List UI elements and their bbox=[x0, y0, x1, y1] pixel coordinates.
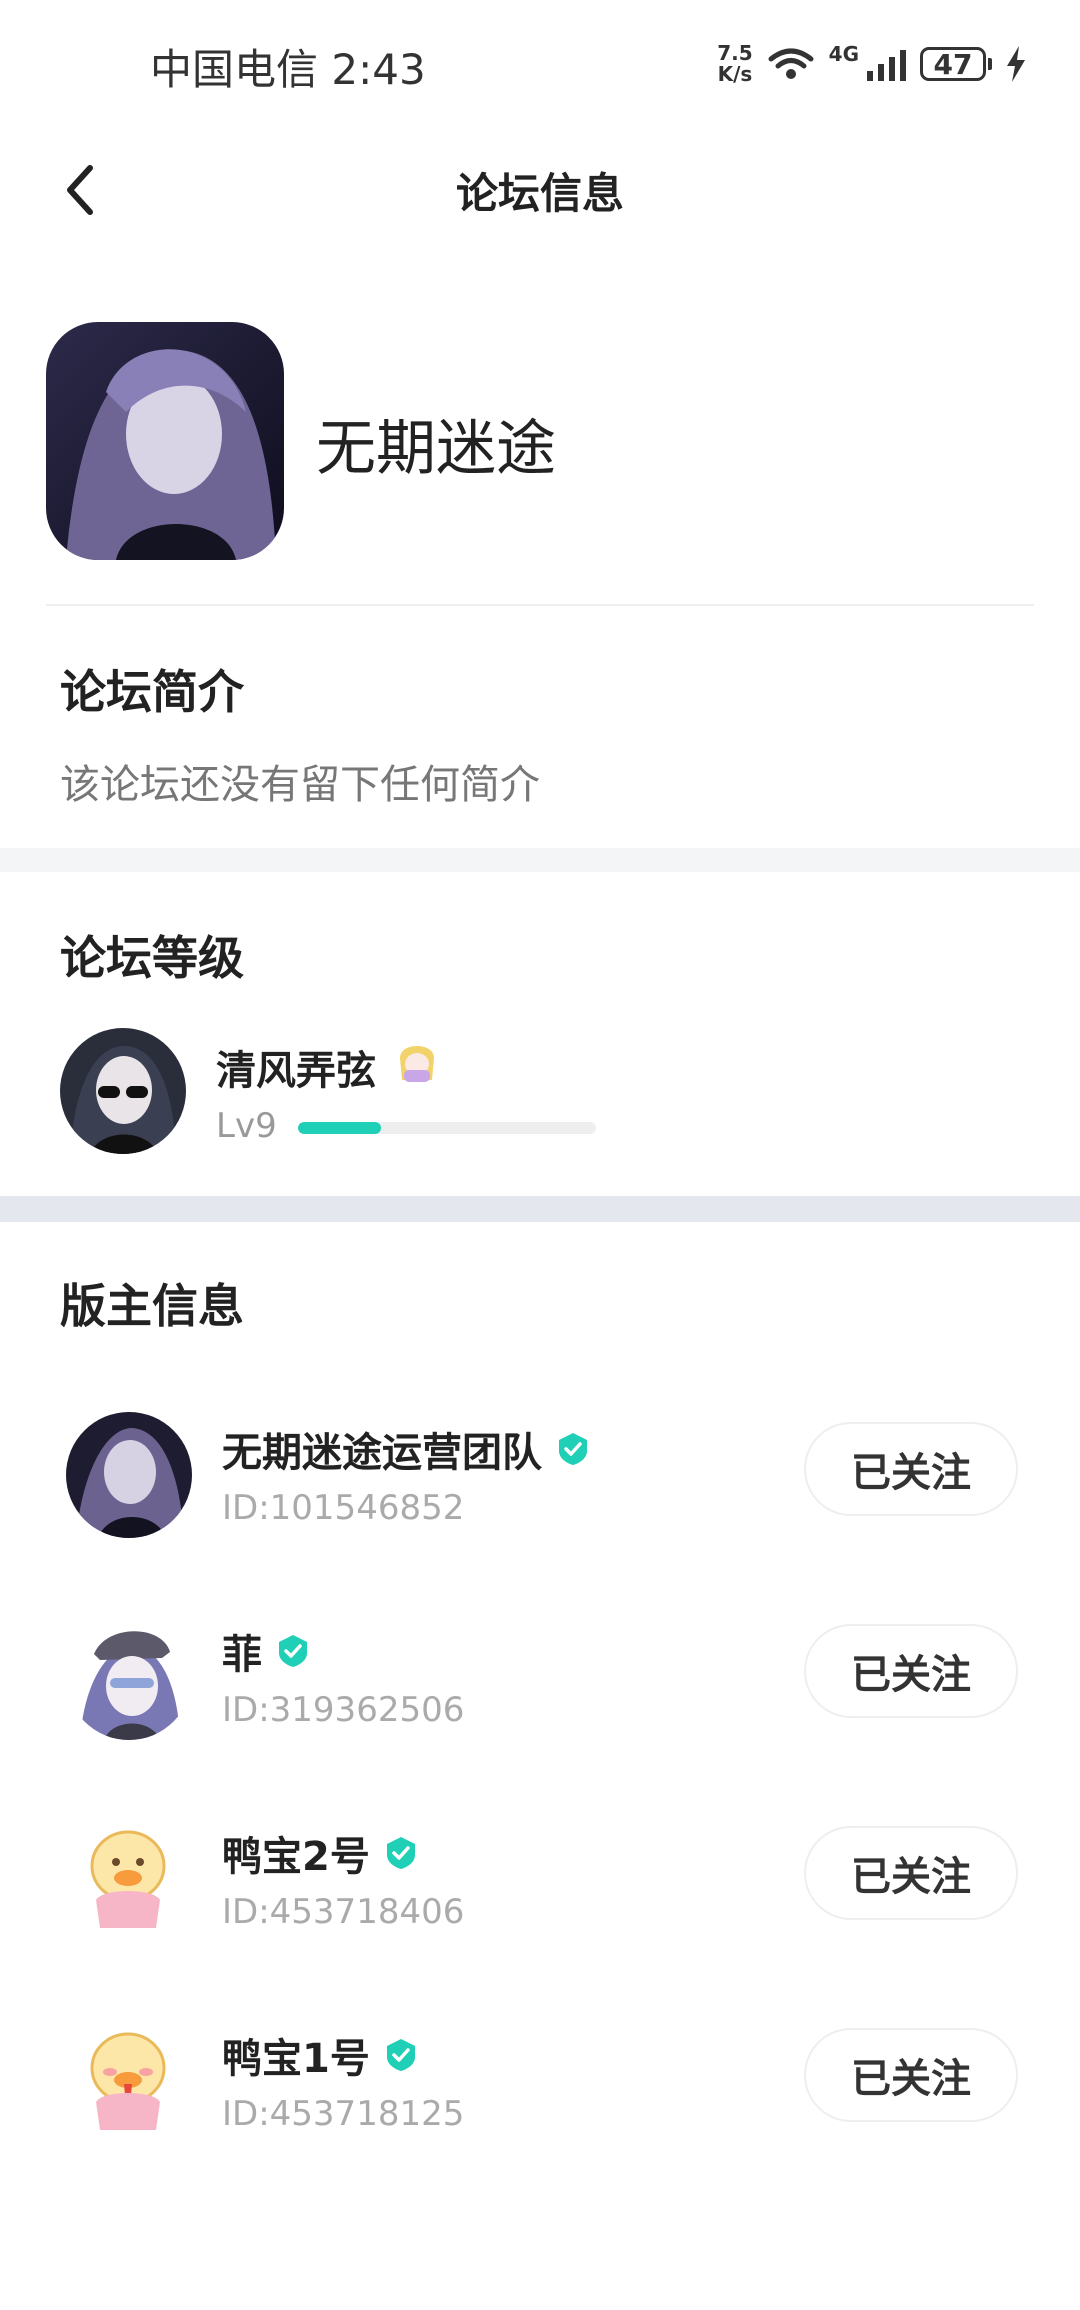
status-carrier-time: 中国电信 2:43 bbox=[150, 45, 426, 94]
avatar[interactable] bbox=[66, 2018, 192, 2144]
divider bbox=[46, 604, 1034, 606]
list-item: 鸭宝2号 ID:453718406 已关注 bbox=[0, 1804, 1080, 2004]
section-separator bbox=[0, 848, 1080, 872]
net-speed: 7.5 K/s bbox=[717, 41, 753, 86]
status-icons: 7.5 K/s 4G 47 bbox=[717, 36, 1026, 92]
level-progress-fill bbox=[298, 1122, 382, 1134]
wifi-icon bbox=[768, 48, 814, 79]
moderator-name: 鸭宝2号 bbox=[222, 1834, 370, 1880]
avatar[interactable] bbox=[60, 1028, 186, 1154]
forum-avatar bbox=[46, 322, 284, 560]
battery-icon: 47 bbox=[920, 47, 992, 81]
anime-badge-icon bbox=[392, 1036, 442, 1086]
moderator-name: 无期迷途运营团队 bbox=[222, 1430, 542, 1476]
list-item: 鸭宝1号 ID:453718125 已关注 bbox=[0, 2006, 1080, 2206]
followed-button[interactable]: 已关注 bbox=[804, 2028, 1018, 2122]
level-progress-bar bbox=[298, 1122, 596, 1134]
followed-button[interactable]: 已关注 bbox=[804, 1422, 1018, 1516]
avatar[interactable] bbox=[66, 1412, 192, 1538]
level-title: 论坛等级 bbox=[60, 931, 244, 985]
moderator-name: 鸭宝1号 bbox=[222, 2036, 370, 2082]
moderators-title: 版主信息 bbox=[60, 1279, 244, 1333]
forum-name: 无期迷途 bbox=[316, 414, 556, 484]
followed-button[interactable]: 已关注 bbox=[804, 1826, 1018, 1920]
intro-text: 该论坛还没有留下任何简介 bbox=[60, 762, 540, 808]
moderator-name: 菲 bbox=[222, 1632, 262, 1678]
battery-level: 47 bbox=[920, 47, 986, 81]
avatar[interactable] bbox=[66, 1816, 192, 1942]
signal-icon bbox=[867, 47, 906, 81]
moderator-id: ID:453718125 bbox=[222, 2094, 465, 2134]
page-title: 论坛信息 bbox=[455, 169, 624, 218]
network-type: 4G bbox=[828, 42, 859, 66]
moderator-id: ID:101546852 bbox=[222, 1488, 465, 1528]
avatar[interactable] bbox=[66, 1614, 192, 1740]
verified-icon bbox=[279, 1635, 307, 1667]
list-item: 无期迷途运营团队 ID:101546852 已关注 bbox=[0, 1400, 1080, 1600]
charging-icon bbox=[1007, 46, 1025, 82]
verified-icon bbox=[386, 2039, 415, 2071]
level-label: Lv9 bbox=[216, 1106, 277, 1146]
moderator-id: ID:453718406 bbox=[222, 1892, 465, 1932]
section-separator bbox=[0, 1196, 1080, 1222]
verified-icon bbox=[559, 1433, 587, 1465]
intro-title: 论坛简介 bbox=[60, 665, 244, 719]
verified-icon bbox=[386, 1837, 415, 1869]
level-user-name: 清风弄弦 bbox=[216, 1048, 376, 1094]
list-item: 菲 ID:319362506 已关注 bbox=[0, 1602, 1080, 1802]
moderator-id: ID:319362506 bbox=[222, 1690, 465, 1730]
followed-button[interactable]: 已关注 bbox=[804, 1624, 1018, 1718]
